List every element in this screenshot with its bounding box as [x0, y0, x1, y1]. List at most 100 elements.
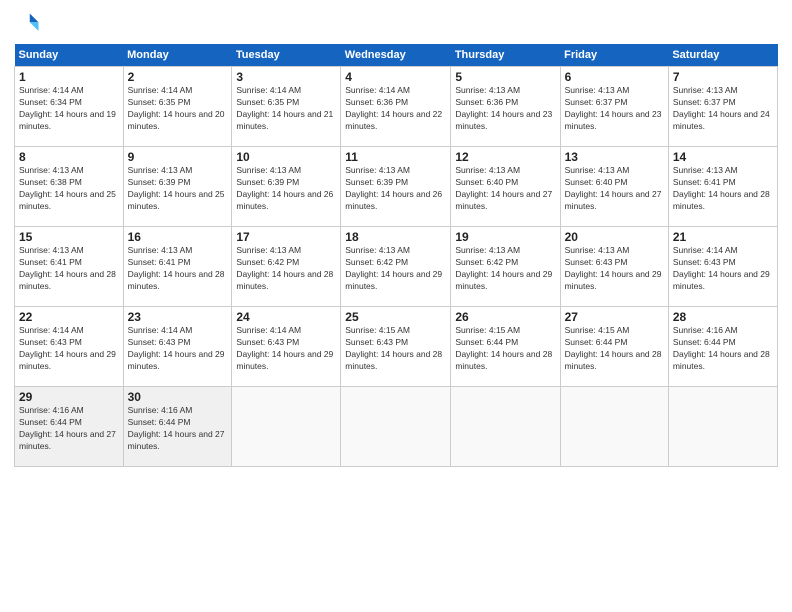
calendar-cell: 14 Sunrise: 4:13 AMSunset: 6:41 PMDaylig… [668, 147, 777, 227]
day-number: 6 [565, 70, 664, 84]
col-header-wednesday: Wednesday [341, 44, 451, 67]
calendar-cell: 5 Sunrise: 4:13 AMSunset: 6:36 PMDayligh… [451, 67, 560, 147]
calendar-cell: 28 Sunrise: 4:16 AMSunset: 6:44 PMDaylig… [668, 307, 777, 387]
calendar-cell: 12 Sunrise: 4:13 AMSunset: 6:40 PMDaylig… [451, 147, 560, 227]
day-info: Sunrise: 4:14 AMSunset: 6:35 PMDaylight:… [128, 85, 228, 133]
day-number: 21 [673, 230, 773, 244]
logo [14, 10, 46, 38]
calendar-cell: 30 Sunrise: 4:16 AMSunset: 6:44 PMDaylig… [123, 387, 232, 467]
day-info: Sunrise: 4:13 AMSunset: 6:43 PMDaylight:… [565, 245, 664, 293]
day-info: Sunrise: 4:13 AMSunset: 6:39 PMDaylight:… [345, 165, 446, 213]
calendar-table: SundayMondayTuesdayWednesdayThursdayFrid… [14, 44, 778, 467]
day-number: 19 [455, 230, 555, 244]
calendar-cell: 24 Sunrise: 4:14 AMSunset: 6:43 PMDaylig… [232, 307, 341, 387]
header [14, 10, 778, 38]
day-number: 23 [128, 310, 228, 324]
day-number: 2 [128, 70, 228, 84]
col-header-saturday: Saturday [668, 44, 777, 67]
calendar-cell: 11 Sunrise: 4:13 AMSunset: 6:39 PMDaylig… [341, 147, 451, 227]
calendar-cell: 10 Sunrise: 4:13 AMSunset: 6:39 PMDaylig… [232, 147, 341, 227]
calendar-cell: 9 Sunrise: 4:13 AMSunset: 6:39 PMDayligh… [123, 147, 232, 227]
calendar-cell: 8 Sunrise: 4:13 AMSunset: 6:38 PMDayligh… [15, 147, 124, 227]
col-header-thursday: Thursday [451, 44, 560, 67]
day-info: Sunrise: 4:13 AMSunset: 6:37 PMDaylight:… [565, 85, 664, 133]
day-number: 5 [455, 70, 555, 84]
day-info: Sunrise: 4:14 AMSunset: 6:43 PMDaylight:… [236, 325, 336, 373]
calendar-cell: 22 Sunrise: 4:14 AMSunset: 6:43 PMDaylig… [15, 307, 124, 387]
day-info: Sunrise: 4:13 AMSunset: 6:42 PMDaylight:… [236, 245, 336, 293]
day-info: Sunrise: 4:16 AMSunset: 6:44 PMDaylight:… [673, 325, 773, 373]
calendar-cell: 4 Sunrise: 4:14 AMSunset: 6:36 PMDayligh… [341, 67, 451, 147]
day-number: 28 [673, 310, 773, 324]
calendar-cell: 1 Sunrise: 4:14 AMSunset: 6:34 PMDayligh… [15, 67, 124, 147]
calendar-cell: 19 Sunrise: 4:13 AMSunset: 6:42 PMDaylig… [451, 227, 560, 307]
day-info: Sunrise: 4:14 AMSunset: 6:35 PMDaylight:… [236, 85, 336, 133]
calendar-cell [560, 387, 668, 467]
calendar-cell: 17 Sunrise: 4:13 AMSunset: 6:42 PMDaylig… [232, 227, 341, 307]
day-info: Sunrise: 4:14 AMSunset: 6:34 PMDaylight:… [19, 85, 119, 133]
day-number: 25 [345, 310, 446, 324]
logo-icon [14, 10, 42, 38]
calendar-cell [668, 387, 777, 467]
day-info: Sunrise: 4:13 AMSunset: 6:38 PMDaylight:… [19, 165, 119, 213]
day-info: Sunrise: 4:15 AMSunset: 6:44 PMDaylight:… [455, 325, 555, 373]
col-header-monday: Monday [123, 44, 232, 67]
calendar-cell: 6 Sunrise: 4:13 AMSunset: 6:37 PMDayligh… [560, 67, 668, 147]
calendar-cell: 27 Sunrise: 4:15 AMSunset: 6:44 PMDaylig… [560, 307, 668, 387]
calendar-cell: 23 Sunrise: 4:14 AMSunset: 6:43 PMDaylig… [123, 307, 232, 387]
day-number: 9 [128, 150, 228, 164]
page: SundayMondayTuesdayWednesdayThursdayFrid… [0, 0, 792, 612]
day-info: Sunrise: 4:13 AMSunset: 6:41 PMDaylight:… [673, 165, 773, 213]
day-number: 11 [345, 150, 446, 164]
day-info: Sunrise: 4:13 AMSunset: 6:37 PMDaylight:… [673, 85, 773, 133]
day-number: 7 [673, 70, 773, 84]
calendar-cell: 13 Sunrise: 4:13 AMSunset: 6:40 PMDaylig… [560, 147, 668, 227]
day-number: 16 [128, 230, 228, 244]
day-info: Sunrise: 4:13 AMSunset: 6:42 PMDaylight:… [455, 245, 555, 293]
col-header-friday: Friday [560, 44, 668, 67]
calendar-cell: 3 Sunrise: 4:14 AMSunset: 6:35 PMDayligh… [232, 67, 341, 147]
calendar-cell: 7 Sunrise: 4:13 AMSunset: 6:37 PMDayligh… [668, 67, 777, 147]
day-info: Sunrise: 4:13 AMSunset: 6:40 PMDaylight:… [565, 165, 664, 213]
day-number: 3 [236, 70, 336, 84]
day-number: 30 [128, 390, 228, 404]
day-number: 13 [565, 150, 664, 164]
day-number: 4 [345, 70, 446, 84]
calendar-cell: 26 Sunrise: 4:15 AMSunset: 6:44 PMDaylig… [451, 307, 560, 387]
day-number: 1 [19, 70, 119, 84]
calendar-cell [232, 387, 341, 467]
calendar-cell: 16 Sunrise: 4:13 AMSunset: 6:41 PMDaylig… [123, 227, 232, 307]
day-info: Sunrise: 4:13 AMSunset: 6:41 PMDaylight:… [19, 245, 119, 293]
day-info: Sunrise: 4:13 AMSunset: 6:39 PMDaylight:… [128, 165, 228, 213]
day-info: Sunrise: 4:13 AMSunset: 6:40 PMDaylight:… [455, 165, 555, 213]
day-number: 18 [345, 230, 446, 244]
day-info: Sunrise: 4:15 AMSunset: 6:43 PMDaylight:… [345, 325, 446, 373]
day-info: Sunrise: 4:16 AMSunset: 6:44 PMDaylight:… [128, 405, 228, 453]
day-info: Sunrise: 4:14 AMSunset: 6:36 PMDaylight:… [345, 85, 446, 133]
day-number: 24 [236, 310, 336, 324]
day-number: 22 [19, 310, 119, 324]
calendar-cell [451, 387, 560, 467]
calendar-cell: 18 Sunrise: 4:13 AMSunset: 6:42 PMDaylig… [341, 227, 451, 307]
day-number: 14 [673, 150, 773, 164]
col-header-sunday: Sunday [15, 44, 124, 67]
calendar-cell: 29 Sunrise: 4:16 AMSunset: 6:44 PMDaylig… [15, 387, 124, 467]
day-info: Sunrise: 4:14 AMSunset: 6:43 PMDaylight:… [673, 245, 773, 293]
calendar-cell [341, 387, 451, 467]
day-number: 17 [236, 230, 336, 244]
day-number: 27 [565, 310, 664, 324]
day-number: 12 [455, 150, 555, 164]
calendar-cell: 21 Sunrise: 4:14 AMSunset: 6:43 PMDaylig… [668, 227, 777, 307]
day-info: Sunrise: 4:13 AMSunset: 6:39 PMDaylight:… [236, 165, 336, 213]
day-number: 20 [565, 230, 664, 244]
day-number: 10 [236, 150, 336, 164]
calendar-cell: 20 Sunrise: 4:13 AMSunset: 6:43 PMDaylig… [560, 227, 668, 307]
day-info: Sunrise: 4:14 AMSunset: 6:43 PMDaylight:… [128, 325, 228, 373]
day-info: Sunrise: 4:13 AMSunset: 6:42 PMDaylight:… [345, 245, 446, 293]
day-info: Sunrise: 4:15 AMSunset: 6:44 PMDaylight:… [565, 325, 664, 373]
day-number: 26 [455, 310, 555, 324]
day-number: 29 [19, 390, 119, 404]
calendar-cell: 25 Sunrise: 4:15 AMSunset: 6:43 PMDaylig… [341, 307, 451, 387]
day-info: Sunrise: 4:13 AMSunset: 6:36 PMDaylight:… [455, 85, 555, 133]
calendar-cell: 2 Sunrise: 4:14 AMSunset: 6:35 PMDayligh… [123, 67, 232, 147]
